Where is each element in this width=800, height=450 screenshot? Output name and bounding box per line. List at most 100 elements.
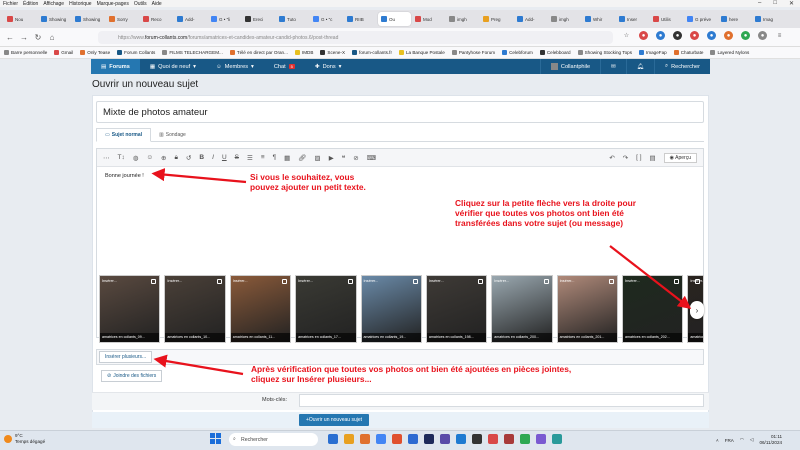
close-icon[interactable]: ✕ — [789, 0, 794, 10]
url-bar[interactable]: https://www. forum-collants.com/forums/am… — [98, 31, 613, 44]
wifi-icon[interactable]: ◠ — [740, 437, 744, 443]
text-size-icon[interactable]: T↕ — [118, 154, 125, 161]
trash-icon[interactable] — [694, 279, 700, 284]
browser-tab[interactable]: imgh — [548, 12, 581, 26]
app-icon[interactable] — [328, 434, 338, 444]
app-icon[interactable] — [472, 434, 482, 444]
next-arrow-button[interactable]: › — [690, 301, 704, 319]
paragraph-icon[interactable]: ¶ — [273, 154, 277, 161]
app-icon[interactable] — [408, 434, 418, 444]
thumbnail-insert-label[interactable]: Insérer... — [494, 279, 509, 283]
nav-user[interactable]: Collantphile — [539, 59, 600, 74]
bbcode-icon[interactable]: [ ] — [636, 154, 641, 161]
browser-tab[interactable]: G • "c — [310, 12, 343, 26]
bookmark-item[interactable]: Pantyhose Forum — [451, 50, 495, 55]
code-icon[interactable]: ⌨ — [367, 154, 376, 162]
browser-tab[interactable]: Utilis — [650, 12, 683, 26]
browser-tab[interactable]: Add- — [514, 12, 547, 26]
thread-title-input[interactable]: Mixte de photos amateur — [96, 101, 704, 123]
browser-tab[interactable]: Ou — [378, 12, 411, 26]
list-icon[interactable]: ☰ — [247, 154, 253, 162]
browser-tab[interactable]: Showing — [38, 12, 71, 26]
browser-tab[interactable]: Ereci — [242, 12, 275, 26]
thumbnail-insert-label[interactable]: Insérer... — [560, 279, 575, 283]
align-icon[interactable]: ≡ — [261, 154, 265, 161]
trash-icon[interactable] — [478, 279, 484, 284]
spoiler-icon[interactable]: ⊘ — [353, 154, 358, 162]
browser-tab[interactable]: G • "li — [208, 12, 241, 26]
extension-icon[interactable]: ● — [741, 31, 750, 40]
media-icon[interactable]: ▶ — [329, 154, 334, 162]
bookmark-item[interactable]: Forum Collants — [117, 50, 155, 55]
attachment-thumbnail[interactable]: Insérer... amatrices en collants_11... — [229, 275, 292, 343]
link-icon[interactable]: 🔗︎ — [298, 154, 306, 162]
bookmark-item[interactable]: ImageFap — [639, 50, 667, 55]
language-indicator[interactable]: FRA — [725, 438, 734, 443]
undo-icon[interactable]: ↶ — [609, 154, 614, 162]
forward-icon[interactable]: → — [20, 33, 28, 42]
app-icon[interactable] — [552, 434, 562, 444]
attachment-thumbnail[interactable]: Insérer... amatrices en collants_202... — [622, 275, 684, 343]
menu-icon[interactable]: ≡ — [775, 31, 784, 40]
browser-tab[interactable]: Imag — [752, 12, 785, 26]
bookmark-item[interactable]: Barre personnelle — [4, 50, 47, 55]
redo-icon[interactable]: ↷ — [623, 154, 628, 162]
lock-icon[interactable]: 🔒︎ — [175, 154, 178, 162]
bookmark-item[interactable]: Celebforum — [502, 50, 533, 55]
app-icon[interactable] — [456, 434, 466, 444]
smiley-icon[interactable]: ☺ — [146, 154, 153, 161]
tab-sondage[interactable]: ▥ Sondage — [151, 128, 194, 141]
firefox-icon[interactable] — [360, 434, 370, 444]
reload-icon[interactable]: ↻ — [34, 33, 42, 42]
nav-dons[interactable]: ✚ Dons ▾ — [305, 59, 352, 74]
bookmark-item[interactable]: FILMS TELECHARGEM... — [162, 50, 223, 55]
bookmark-item[interactable]: Showing Stocking Tops — [577, 50, 632, 55]
underline-icon[interactable]: U — [222, 154, 227, 161]
bookmark-item[interactable]: Scene-X — [320, 50, 345, 55]
trash-icon[interactable] — [674, 279, 680, 284]
attachment-thumbnail[interactable]: Insérer... amatrices en collants_200... — [491, 275, 553, 343]
browser-tab[interactable]: Nou — [4, 12, 37, 26]
bookmark-item[interactable]: Chaturbate — [673, 50, 703, 55]
bookmark-item[interactable]: La Banque Postale — [398, 50, 445, 55]
more-options-icon[interactable]: ⋯ — [103, 154, 110, 162]
extension-icon[interactable]: ● — [639, 31, 648, 40]
menu-item[interactable]: Affichage — [43, 1, 64, 7]
thumbnail-insert-label[interactable]: Insérer... — [233, 279, 248, 283]
italic-icon[interactable]: I — [212, 154, 214, 161]
trash-icon[interactable] — [347, 279, 353, 284]
windows-start-icon[interactable] — [210, 433, 222, 445]
menu-item[interactable]: Édition — [23, 1, 38, 7]
menu-item[interactable]: Marque-pages — [97, 1, 129, 7]
home-icon[interactable]: ⌂ — [48, 33, 56, 42]
browser-tab[interactable]: Add- — [174, 12, 207, 26]
trash-icon[interactable] — [151, 279, 157, 284]
browser-tab[interactable]: G préve — [684, 12, 717, 26]
bookmark-item[interactable]: Gmail — [54, 50, 73, 55]
browser-tab[interactable]: Mod — [412, 12, 445, 26]
minimize-icon[interactable]: – — [758, 0, 761, 10]
attachment-thumbnail[interactable]: Insérer... amatrices en collants_198... — [425, 275, 488, 343]
nav-chat[interactable]: Chat 5 — [264, 59, 305, 74]
bookmark-item[interactable]: Only Tease — [80, 50, 110, 55]
thumbnail-insert-label[interactable]: Insérer... — [429, 279, 444, 283]
maximize-icon[interactable]: □ — [773, 0, 777, 10]
trash-icon[interactable] — [412, 279, 418, 284]
bookmark-item[interactable]: forum-collants.fr — [352, 50, 392, 55]
weather-widget[interactable]: 9°C Temps dégagé — [4, 433, 45, 444]
nav-quoi-de-neuf[interactable]: ▦ Quoi de neuf ▾ — [140, 59, 206, 74]
insert-multiple-button[interactable]: Insérer plusieurs... — [99, 351, 153, 363]
app-icon[interactable] — [488, 434, 498, 444]
extension-icon[interactable]: ● — [707, 31, 716, 40]
attachment-thumbnail[interactable]: Insérer... amatrices en collants_10... — [164, 275, 226, 343]
extension-icon[interactable]: ● — [673, 31, 682, 40]
tab-sujet-normal[interactable]: ▭ Sujet normal — [96, 128, 152, 142]
brave-icon[interactable] — [392, 434, 402, 444]
volume-icon[interactable]: ◁ — [750, 437, 754, 443]
app-icon[interactable] — [520, 434, 530, 444]
extension-icon[interactable]: ● — [724, 31, 733, 40]
browser-tab[interactable]: Reco — [140, 12, 173, 26]
drafts-icon[interactable]: ▤ — [650, 154, 656, 162]
extension-icon[interactable]: ● — [690, 31, 699, 40]
menu-item[interactable]: Fichier — [3, 1, 18, 7]
